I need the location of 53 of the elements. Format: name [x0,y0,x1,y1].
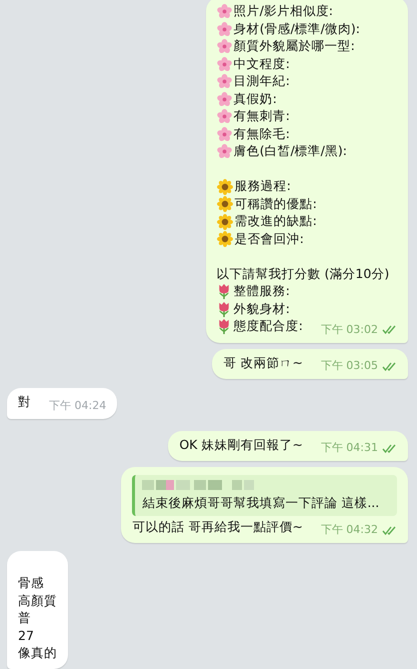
double-check-icon [382,526,397,535]
message-text: 高顏質 [18,592,57,610]
tulip-icon [216,300,231,318]
sunflower-icon [216,196,233,212]
blossom-icon [216,56,232,72]
message-text: 整體服務: [234,282,290,300]
message-time: 下午 04:32 [320,522,378,538]
message-text: 膚色(白皙/標準/黑): [234,142,347,160]
message-text: 需改進的缺點: [234,212,317,230]
message-text: 顏質外貌屬於哪一型: [234,37,355,56]
tulip-icon [216,283,231,300]
tulip-icon [216,318,231,336]
blossom-icon [216,144,232,160]
blossom-icon [216,39,232,54]
message-text: 服務過程: [234,177,291,196]
message-text: 身材(骨感/標準/微肉): [234,20,360,38]
message-time: 下午 04:31 [320,440,378,456]
double-check-icon [382,362,397,371]
double-check-icon [382,444,397,453]
message-time: 下午 04:24 [49,398,106,414]
message-text: 真假奶: [234,90,277,108]
sunflower-icon [216,231,233,248]
message-text: OK 妹妹剛有回報了~ [179,436,303,454]
message-text: 照片/影片相似度: [234,2,334,20]
message-text: 像真的 [18,644,57,662]
message-text: 27 [18,626,34,645]
message-text: 外貌身材: [234,300,290,318]
blossom-icon [216,109,232,124]
blossom-icon [216,22,232,37]
message-text: 以下請幫我打分數 (滿分10分) [216,264,390,283]
message-text: 態度配合度: [234,317,303,336]
message-text: 目測年紀: [234,72,290,90]
message-text: 中文程度: [234,54,290,73]
message-text: 哥 改兩節ㄇ~ [223,354,303,372]
sunflower-icon [216,178,233,195]
blossom-icon [216,4,232,20]
message-text: 可稱讚的優點: [234,194,317,213]
quoted-text: 結束後麻煩哥哥幫我填寫一下評論 這樣... [142,494,380,512]
blossom-icon [216,74,232,90]
message-text: 可以的話 哥再給我一點評價~ [132,518,303,536]
blossom-icon [216,92,232,107]
blossom-icon [216,126,232,142]
reply-quote[interactable]: 結束後麻煩哥哥幫我填寫一下評論 這樣... [132,475,397,516]
sunflower-icon [216,214,233,230]
message-text: 普 [18,609,31,628]
double-check-icon [382,325,397,334]
message-text: 有無除毛: [234,124,290,143]
message-text: 有無刺青: [234,107,290,126]
message-text: 骨感 [18,574,44,592]
message-time: 下午 03:02 [320,322,378,338]
message-time: 下午 03:05 [320,358,378,374]
message-text: 是否會回沖: [234,230,304,248]
message-text: 對 [18,393,31,412]
